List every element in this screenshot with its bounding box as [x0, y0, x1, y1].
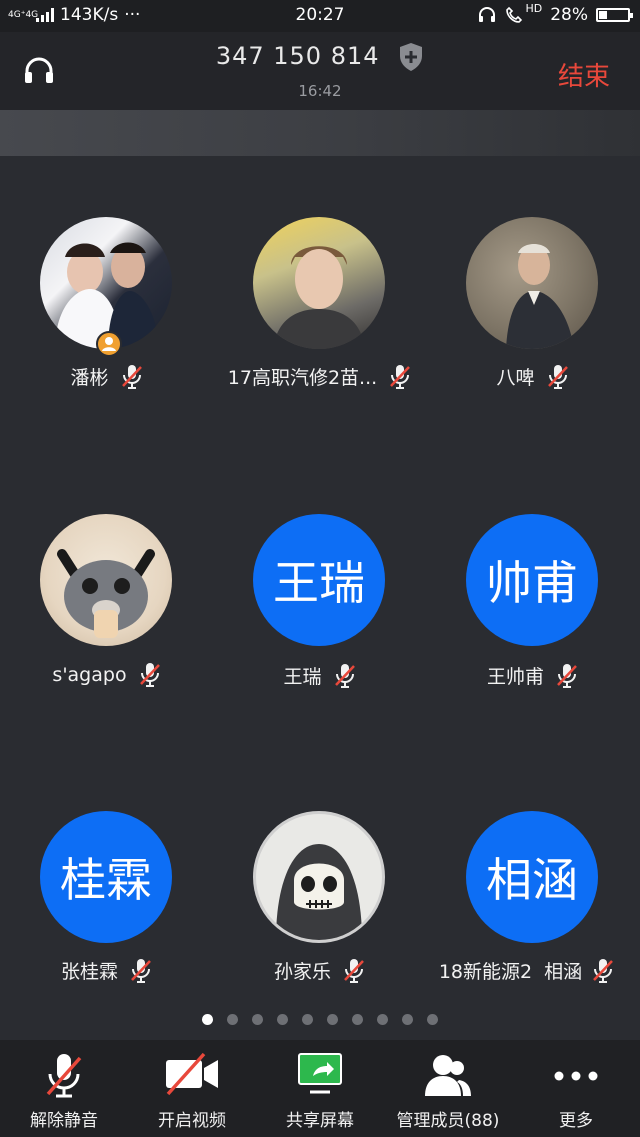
participant-name: 八啤 [496, 367, 535, 389]
more-label: 更多 [559, 1111, 593, 1131]
meeting-duration: 16:42 [298, 82, 342, 100]
hd-call-icon: HD [505, 2, 542, 24]
members-icon [425, 1055, 471, 1096]
page-dot[interactable] [352, 1014, 363, 1025]
participant-name-row: 潘彬 [0, 363, 213, 390]
unmute-button[interactable]: 解除静音 [0, 1040, 128, 1137]
portrait-painting-icon [506, 244, 574, 349]
mic-muted-icon [131, 958, 151, 983]
mic-muted-icon [593, 958, 614, 983]
page-dot[interactable] [252, 1014, 263, 1025]
mic-muted-icon [121, 364, 142, 389]
page-dot[interactable] [377, 1014, 388, 1025]
participant-tile[interactable]: 潘彬 [0, 156, 213, 456]
battery-icon [596, 8, 633, 22]
mic-muted-icon [390, 364, 411, 389]
video-off-icon [166, 1052, 218, 1096]
participant-name-row: 八啤 [426, 363, 639, 390]
mic-muted-icon [334, 663, 355, 688]
status-bar: 4G⁺4G 143K/s ··· 20:27 HD 28% [0, 0, 640, 32]
page-dot[interactable] [327, 1014, 338, 1025]
page-dot[interactable] [302, 1014, 313, 1025]
participant-name-row: 17高职汽修2苗... [213, 363, 426, 390]
participant-name: 张桂霖 [60, 961, 118, 983]
notification-banner [0, 110, 640, 156]
mic-muted-icon [557, 663, 577, 688]
page-dot[interactable] [227, 1014, 238, 1025]
page-dot[interactable] [402, 1014, 413, 1025]
mic-muted-icon [344, 958, 364, 983]
participant-avatar-text: 相涵 [466, 811, 598, 943]
mic-muted-icon [46, 1054, 82, 1098]
participant-name: 王帅甫 [486, 666, 544, 688]
participant-name-row: s'agapo [0, 662, 213, 688]
page-dot[interactable] [427, 1014, 438, 1025]
young-man-photo-icon [273, 246, 365, 349]
meeting-header: 347 150 814 16:42 结束 [0, 32, 640, 110]
manage-members-button[interactable]: 管理成员(88) [384, 1040, 512, 1137]
participant-avatar [253, 811, 385, 943]
participant-tile[interactable]: s'agapo [0, 456, 213, 753]
security-shield-icon[interactable] [398, 42, 424, 72]
meeting-id: 347 150 814 [0, 42, 640, 72]
participant-avatar [40, 514, 172, 646]
participant-tile[interactable]: 帅甫 王帅甫 [426, 456, 639, 753]
wedding-photo-icon [55, 242, 158, 349]
participant-name: 18新能源2 相涵 [438, 961, 583, 983]
participant-name-row: 王瑞 [213, 662, 426, 689]
participant-name: 王瑞 [283, 666, 322, 688]
share-screen-label: 共享屏幕 [286, 1111, 354, 1131]
battery-percent: 28% [550, 5, 588, 25]
page-dot[interactable] [277, 1014, 288, 1025]
manage-members-label: 管理成员(88) [396, 1111, 500, 1131]
mic-muted-icon [547, 364, 568, 389]
participant-avatar [253, 217, 385, 349]
participant-name-row: 张桂霖 [0, 957, 213, 984]
unmute-label: 解除静音 [30, 1111, 98, 1131]
participant-tile[interactable]: 17高职汽修2苗... [213, 156, 426, 456]
participant-tile[interactable]: 相涵 18新能源2 相涵 [426, 753, 639, 1016]
share-screen-icon [298, 1053, 342, 1094]
meeting-id-text: 347 150 814 [215, 42, 380, 70]
participant-avatar-text: 王瑞 [253, 514, 385, 646]
participant-name: s'agapo [52, 664, 127, 686]
host-badge-icon [96, 331, 122, 357]
participant-name: 17高职汽修2苗... [227, 367, 378, 389]
participant-name-row: 18新能源2 相涵 [420, 957, 633, 984]
participant-name: 潘彬 [70, 367, 109, 389]
mic-muted-icon [139, 663, 160, 687]
participant-grid: 潘彬 17高职汽修2苗... 八啤 s'agapo 王瑞 王瑞 帅甫 王帅甫 桂… [0, 156, 640, 1016]
cat-photo-icon [57, 549, 155, 638]
headset-status-icon [479, 7, 496, 22]
page-dot[interactable] [202, 1014, 213, 1025]
participant-name-row: 王帅甫 [426, 662, 639, 689]
page-indicator[interactable] [0, 1014, 640, 1025]
participant-avatar [40, 217, 172, 349]
participant-name: 孙家乐 [273, 961, 331, 983]
participant-avatar [466, 217, 598, 349]
cartoon-hooded-skull-icon [276, 844, 362, 940]
meeting-toolbar: 解除静音 开启视频 共享屏幕 管理成员(88) 更多 [0, 1040, 640, 1137]
participant-avatar-text: 帅甫 [466, 514, 598, 646]
start-video-button[interactable]: 开启视频 [128, 1040, 256, 1137]
more-icon [554, 1071, 598, 1081]
participant-tile[interactable]: 八啤 [426, 156, 639, 456]
participant-tile[interactable]: 桂霖 张桂霖 [0, 753, 213, 1016]
participant-tile[interactable]: 王瑞 王瑞 [213, 456, 426, 753]
start-video-label: 开启视频 [158, 1111, 226, 1131]
participant-tile[interactable]: 孙家乐 [213, 753, 426, 1016]
more-button[interactable]: 更多 [512, 1040, 640, 1137]
participant-name-row: 孙家乐 [213, 957, 426, 984]
end-meeting-button[interactable]: 结束 [558, 56, 610, 93]
share-screen-button[interactable]: 共享屏幕 [256, 1040, 384, 1137]
participant-avatar-text: 桂霖 [40, 811, 172, 943]
